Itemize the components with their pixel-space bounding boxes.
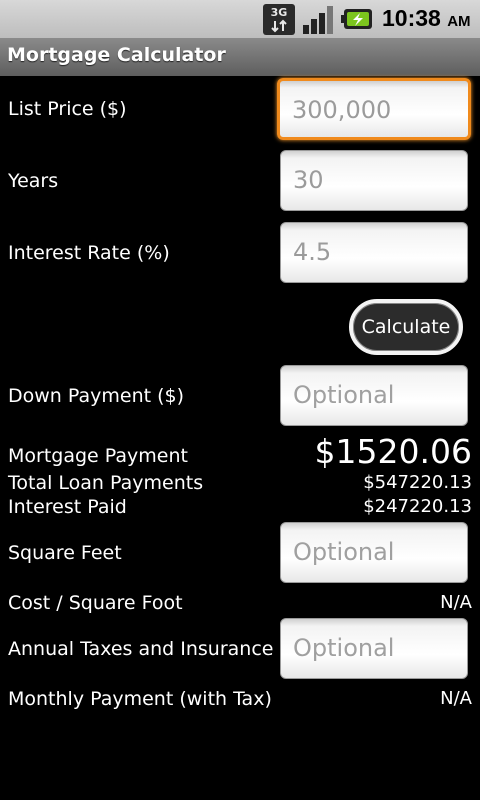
total-loan-payments-value: $547220.13 bbox=[363, 472, 472, 493]
network-type-label: 3G bbox=[270, 6, 288, 19]
total-loan-payments-label: Total Loan Payments bbox=[8, 472, 204, 494]
interest-paid-label: Interest Paid bbox=[8, 496, 127, 518]
interest-rate-input[interactable] bbox=[293, 223, 455, 282]
battery-charging-icon bbox=[341, 9, 372, 29]
list-price-field[interactable] bbox=[277, 78, 471, 140]
monthly-with-tax-label: Monthly Payment (with Tax) bbox=[8, 688, 272, 710]
mortgage-payment-value: $1520.06 bbox=[314, 432, 472, 471]
list-price-input[interactable] bbox=[292, 81, 456, 137]
clock: 10:38 AM bbox=[382, 5, 471, 32]
annual-taxes-field[interactable] bbox=[280, 618, 468, 679]
app-title: Mortgage Calculator bbox=[7, 44, 226, 66]
list-price-label: List Price ($) bbox=[8, 98, 127, 120]
square-feet-label: Square Feet bbox=[8, 542, 122, 564]
annual-taxes-input[interactable] bbox=[293, 619, 455, 678]
square-feet-field[interactable] bbox=[280, 522, 468, 583]
interest-paid-value: $247220.13 bbox=[363, 496, 472, 517]
down-payment-field[interactable] bbox=[280, 365, 468, 426]
clock-time: 10:38 bbox=[382, 5, 441, 31]
square-feet-input[interactable] bbox=[293, 523, 455, 582]
signal-strength-icon bbox=[303, 6, 333, 34]
status-bar: 3G 10:38 AM bbox=[0, 0, 480, 38]
annual-taxes-label: Annual Taxes and Insurance bbox=[8, 638, 274, 660]
mortgage-payment-label: Mortgage Payment bbox=[8, 445, 188, 467]
app-title-bar: Mortgage Calculator bbox=[0, 38, 480, 76]
down-payment-input[interactable] bbox=[293, 366, 455, 425]
cost-per-sqft-value: N/A bbox=[440, 592, 472, 613]
years-field[interactable] bbox=[280, 150, 468, 211]
monthly-with-tax-value: N/A bbox=[440, 688, 472, 709]
data-arrows-icon bbox=[271, 19, 287, 33]
interest-rate-field[interactable] bbox=[280, 222, 468, 283]
interest-rate-label: Interest Rate (%) bbox=[8, 242, 170, 264]
network-3g-icon: 3G bbox=[263, 4, 295, 35]
cost-per-sqft-label: Cost / Square Foot bbox=[8, 592, 183, 614]
years-input[interactable] bbox=[293, 151, 455, 210]
clock-ampm: AM bbox=[447, 13, 471, 30]
years-label: Years bbox=[8, 170, 59, 192]
down-payment-label: Down Payment ($) bbox=[8, 385, 185, 407]
calculate-button[interactable]: Calculate bbox=[349, 299, 463, 355]
